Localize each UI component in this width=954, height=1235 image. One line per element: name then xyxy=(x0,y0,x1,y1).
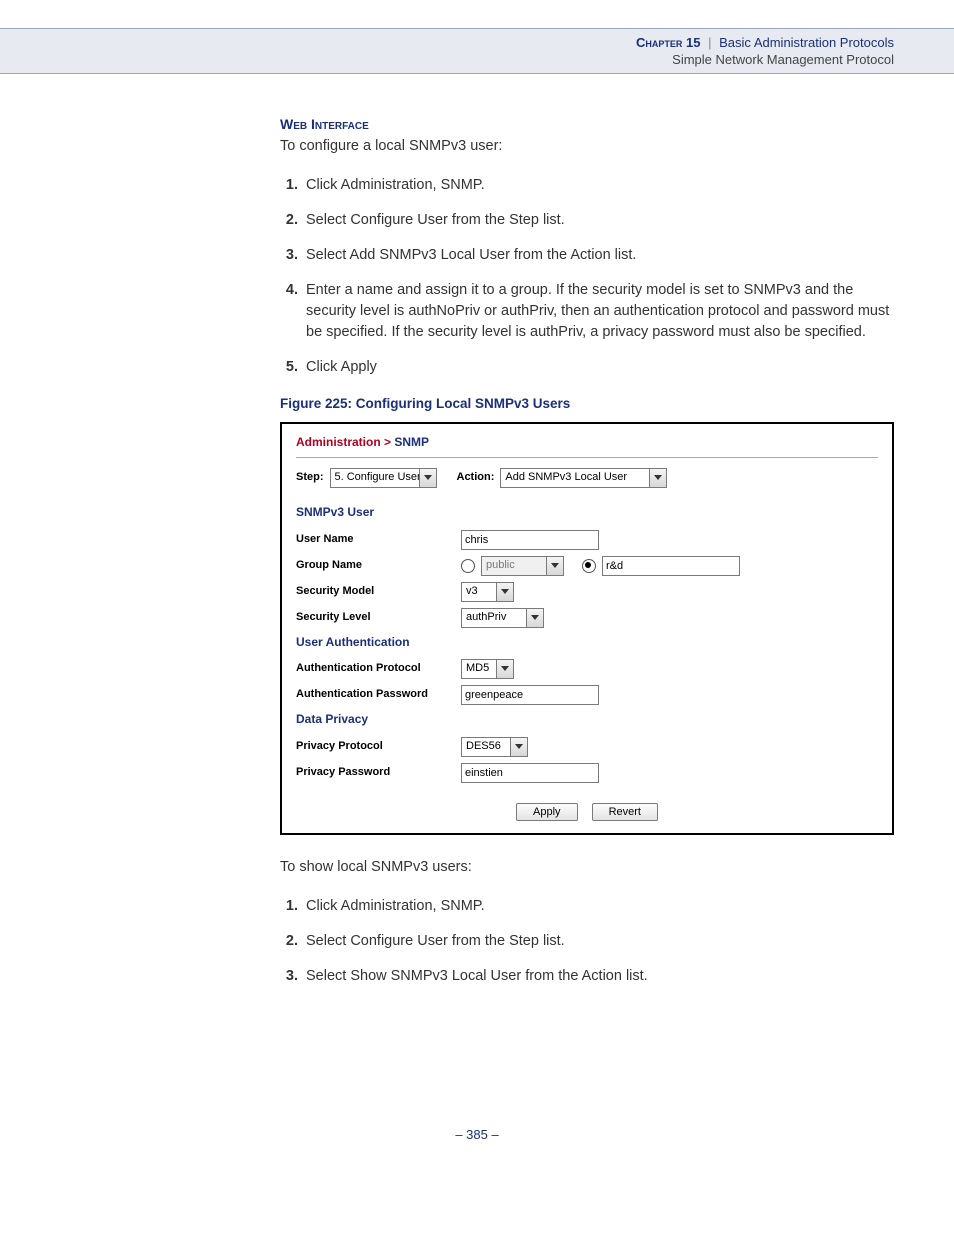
apply-button[interactable]: Apply xyxy=(516,803,578,821)
group-public-dropdown[interactable]: public xyxy=(481,556,564,576)
group-radio-custom[interactable] xyxy=(582,559,596,573)
breadcrumb-leaf: SNMP xyxy=(394,435,429,449)
intro-text-2: To show local SNMPv3 users: xyxy=(280,857,894,878)
chevron-down-icon xyxy=(546,557,563,575)
priv-proto-dropdown[interactable]: DES56 xyxy=(461,737,528,757)
auth-proto-label: Authentication Protocol xyxy=(296,661,461,677)
step-item: Select Show SNMPv3 Local User from the A… xyxy=(302,966,894,987)
intro-text-1: To configure a local SNMPv3 user: xyxy=(280,136,894,157)
steps-list-2: Click Administration, SNMP. Select Confi… xyxy=(280,896,894,987)
page-header: Chapter 15 | Basic Administration Protoc… xyxy=(0,28,954,74)
step-item: Click Apply xyxy=(302,357,894,378)
user-name-input[interactable] xyxy=(461,530,599,550)
priv-pass-input[interactable] xyxy=(461,763,599,783)
step-item: Select Add SNMPv3 Local User from the Ac… xyxy=(302,245,894,266)
chevron-down-icon xyxy=(419,469,436,487)
chapter-label: Chapter 15 xyxy=(636,35,700,50)
group-custom-input[interactable] xyxy=(602,556,740,576)
priv-pass-label: Privacy Password xyxy=(296,765,461,781)
step-item: Select Configure User from the Step list… xyxy=(302,931,894,952)
group-radio-public[interactable] xyxy=(461,559,475,573)
breadcrumb: Administration > SNMP xyxy=(296,434,878,451)
main-content: Web Interface To configure a local SNMPv… xyxy=(280,114,894,987)
chevron-down-icon xyxy=(496,660,513,678)
header-title-1: Basic Administration Protocols xyxy=(719,35,894,50)
auth-proto-dropdown[interactable]: MD5 xyxy=(461,659,514,679)
steps-list-1: Click Administration, SNMP. Select Confi… xyxy=(280,175,894,378)
chevron-down-icon xyxy=(526,609,543,627)
security-level-label: Security Level xyxy=(296,610,461,626)
step-dropdown-value: 5. Configure User xyxy=(331,469,419,487)
revert-button[interactable]: Revert xyxy=(592,803,658,821)
auth-pass-input[interactable] xyxy=(461,685,599,705)
figure-screenshot: Administration > SNMP Step: 5. Configure… xyxy=(280,422,894,835)
section-heading: Web Interface xyxy=(280,114,894,134)
header-separator: | xyxy=(704,35,715,50)
step-label: Step: xyxy=(296,470,324,486)
step-item: Click Administration, SNMP. xyxy=(302,896,894,917)
step-item: Enter a name and assign it to a group. I… xyxy=(302,280,894,343)
header-title-2: Simple Network Management Protocol xyxy=(0,52,894,67)
priv-proto-value: DES56 xyxy=(462,738,510,756)
section-user-auth: User Authentication xyxy=(296,634,878,651)
step-action-row: Step: 5. Configure User Action: Add SNMP… xyxy=(296,468,878,488)
chevron-down-icon xyxy=(510,738,527,756)
chevron-down-icon xyxy=(649,469,666,487)
security-level-value: authPriv xyxy=(462,609,526,627)
figure-caption: Figure 225: Configuring Local SNMPv3 Use… xyxy=(280,394,894,414)
step-item: Select Configure User from the Step list… xyxy=(302,210,894,231)
chevron-down-icon xyxy=(496,583,513,601)
page-number: – 385 – xyxy=(0,1127,954,1162)
section-snmpv3-user: SNMPv3 User xyxy=(296,504,878,521)
security-level-dropdown[interactable]: authPriv xyxy=(461,608,544,628)
auth-proto-value: MD5 xyxy=(462,660,496,678)
action-label: Action: xyxy=(457,470,495,486)
step-dropdown[interactable]: 5. Configure User xyxy=(330,468,437,488)
group-public-value: public xyxy=(482,557,546,575)
security-model-dropdown[interactable]: v3 xyxy=(461,582,514,602)
security-model-value: v3 xyxy=(462,583,496,601)
group-name-label: Group Name xyxy=(296,558,461,574)
security-model-label: Security Model xyxy=(296,584,461,600)
step-item: Click Administration, SNMP. xyxy=(302,175,894,196)
auth-pass-label: Authentication Password xyxy=(296,687,461,703)
action-dropdown-value: Add SNMPv3 Local User xyxy=(501,469,649,487)
section-data-privacy: Data Privacy xyxy=(296,711,878,728)
action-dropdown[interactable]: Add SNMPv3 Local User xyxy=(500,468,667,488)
user-name-label: User Name xyxy=(296,532,461,548)
priv-proto-label: Privacy Protocol xyxy=(296,739,461,755)
breadcrumb-root: Administration > xyxy=(296,435,391,449)
